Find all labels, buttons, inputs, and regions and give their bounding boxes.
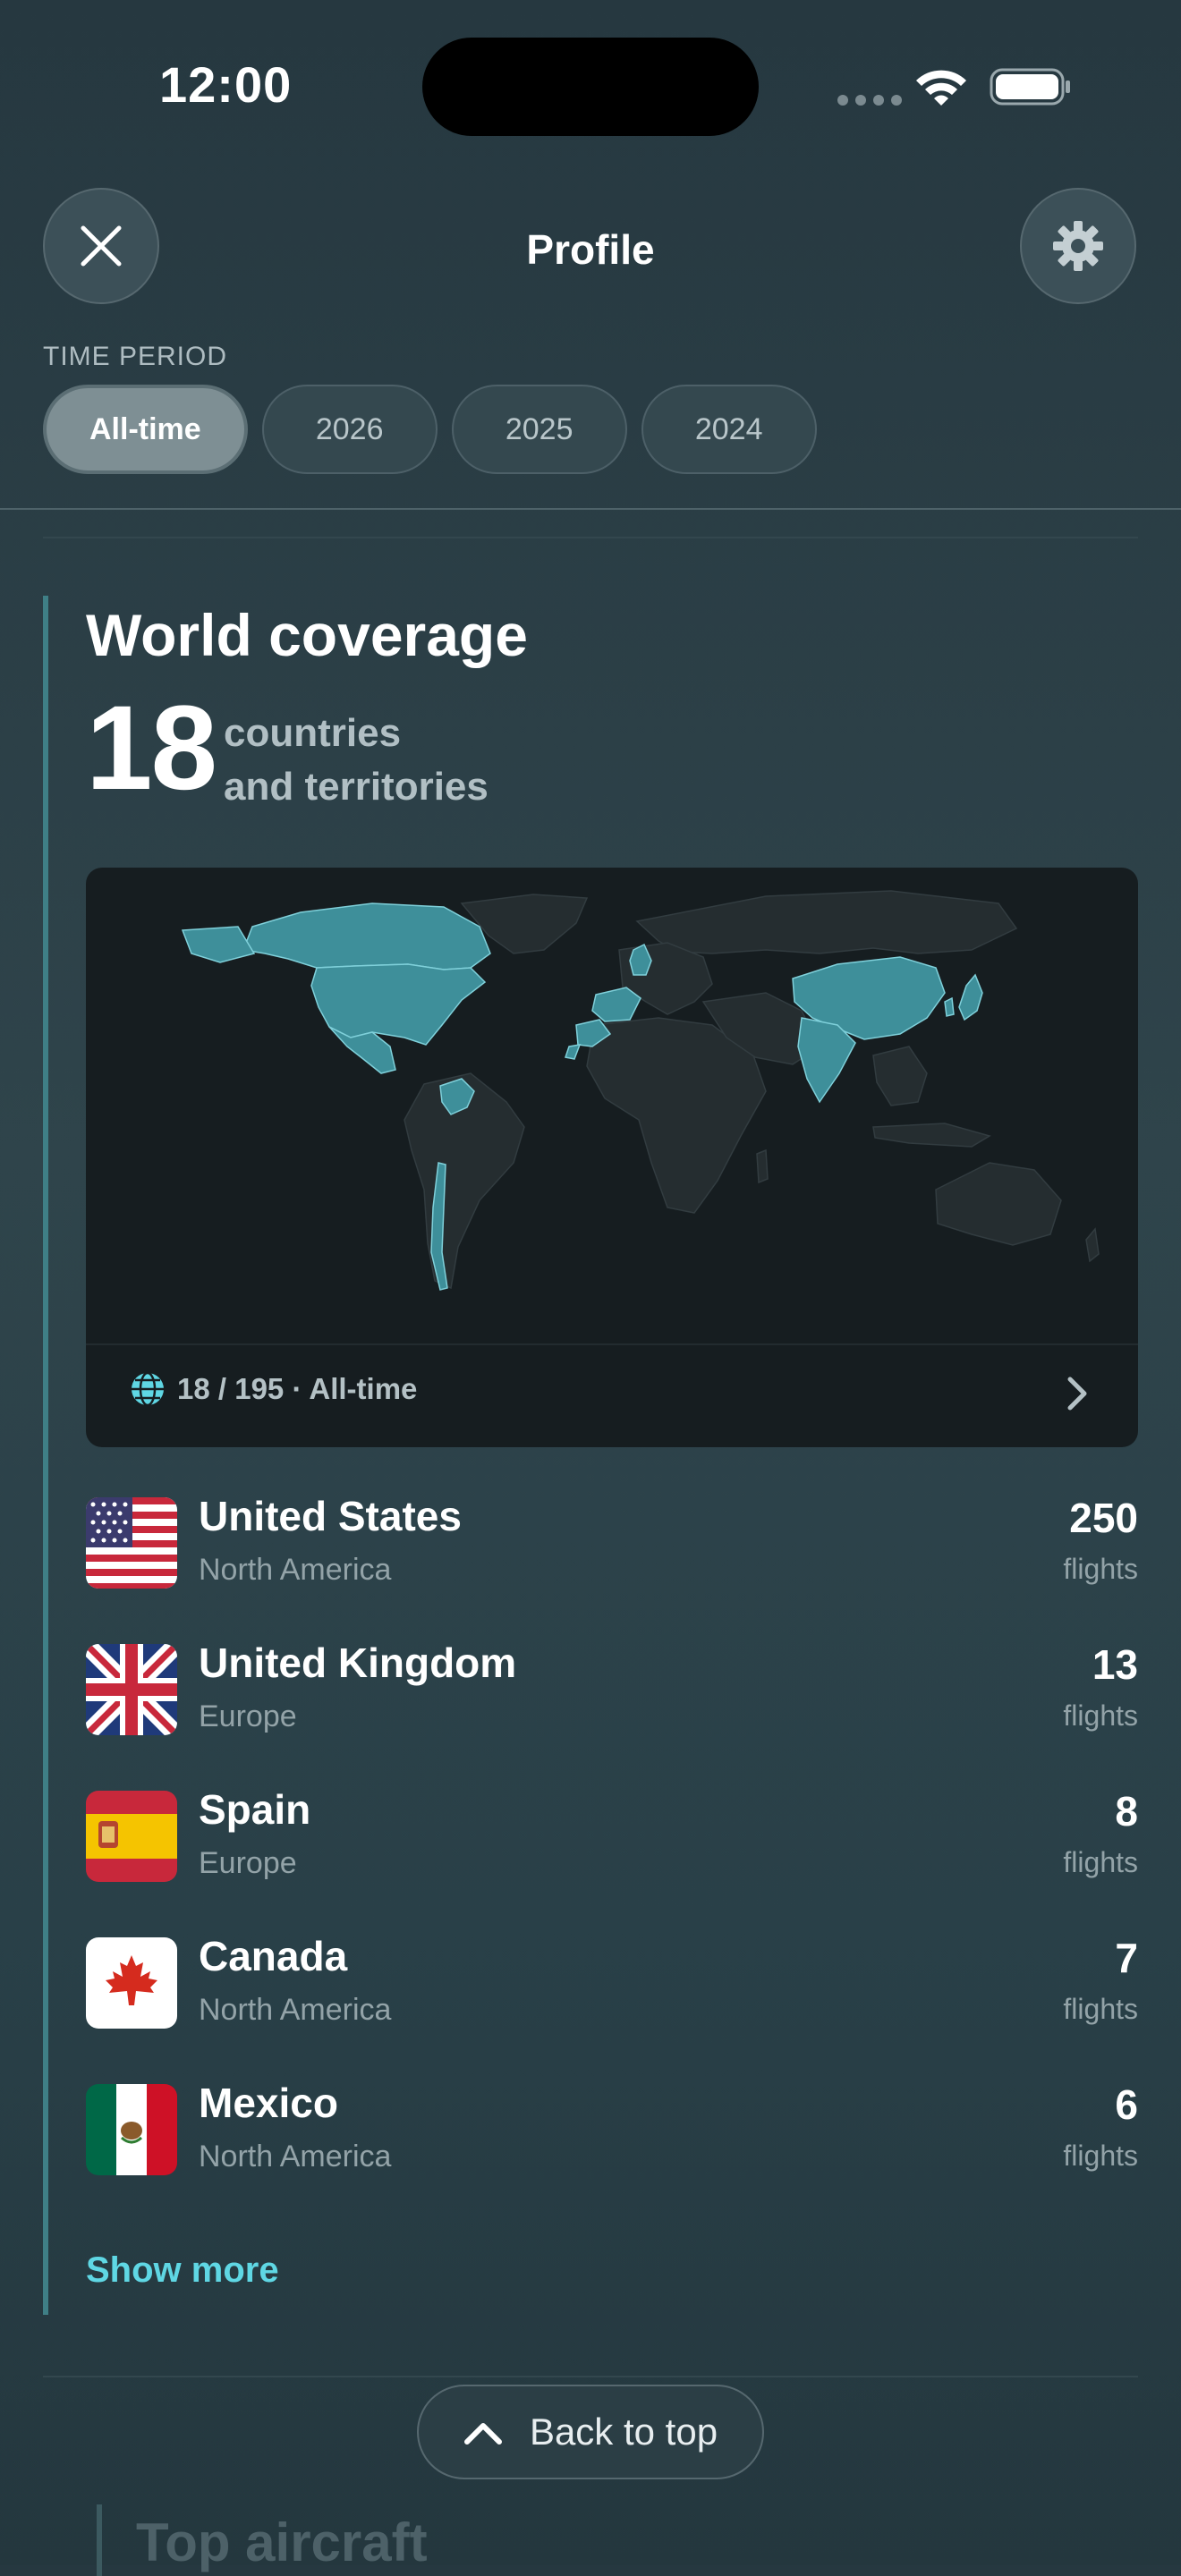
map-canada bbox=[242, 902, 491, 970]
flight-unit: flights bbox=[1063, 1993, 1138, 2025]
map-west-africa bbox=[565, 1044, 582, 1060]
flight-unit: flights bbox=[1063, 1846, 1138, 1878]
map-madagascar bbox=[756, 1148, 769, 1184]
page-title: Profile bbox=[526, 226, 655, 273]
battery-icon bbox=[990, 68, 1070, 106]
map-indonesia bbox=[872, 1123, 991, 1148]
country-name: Spain bbox=[199, 1786, 311, 1833]
status-time: 12:00 bbox=[159, 56, 293, 113]
map-russia bbox=[635, 890, 1018, 954]
flight-count: 6 bbox=[1115, 2081, 1138, 2128]
country-row-united-kingdom[interactable]: United Kingdom Europe 13 flights bbox=[86, 1640, 1138, 1742]
globe-icon bbox=[132, 1371, 164, 1407]
chip-2026[interactable]: 2026 bbox=[261, 385, 438, 474]
show-more-link[interactable]: Show more bbox=[86, 2250, 279, 2291]
flight-unit: flights bbox=[1063, 1553, 1138, 1585]
flight-unit: flights bbox=[1063, 2140, 1138, 2172]
map-footer-divider bbox=[86, 1343, 1138, 1345]
country-name: Canada bbox=[199, 1933, 348, 1979]
flight-count: 8 bbox=[1115, 1788, 1138, 1835]
map-korea bbox=[944, 996, 955, 1017]
flight-unit: flights bbox=[1063, 1699, 1138, 1732]
back-to-top-label: Back to top bbox=[529, 2411, 718, 2453]
country-row-spain[interactable]: Spain Europe 8 flights bbox=[86, 1786, 1138, 1889]
country-region: Europe bbox=[199, 1699, 297, 1733]
country-row-canada[interactable]: Canada North America 7 flights bbox=[86, 1933, 1138, 2036]
count-label-line2: and territories bbox=[224, 765, 489, 809]
country-region: Europe bbox=[199, 1846, 297, 1880]
cellular-signal-icon bbox=[837, 95, 902, 106]
country-count-label: countries and territories bbox=[224, 707, 489, 814]
flight-count: 13 bbox=[1092, 1641, 1138, 1688]
map-alaska bbox=[181, 926, 256, 963]
section-divider bbox=[43, 537, 1138, 538]
next-section-title: Top aircraft bbox=[136, 2512, 428, 2572]
country-count: 18 bbox=[86, 682, 217, 815]
next-card-accent-bar bbox=[97, 2504, 102, 2576]
dynamic-island bbox=[422, 38, 759, 136]
world-coverage-title: World coverage bbox=[86, 602, 528, 668]
country-row-mexico[interactable]: Mexico North America 6 flights bbox=[86, 2080, 1138, 2182]
map-footer: 18 / 195 · All-time bbox=[129, 1370, 417, 1408]
country-region: North America bbox=[199, 2140, 392, 2174]
canada-flag-icon bbox=[86, 1937, 177, 2029]
section-divider-bottom bbox=[43, 2376, 1138, 2377]
us-flag-icon bbox=[86, 1497, 177, 1589]
chip-all-time[interactable]: All-time bbox=[43, 385, 248, 474]
map-africa bbox=[586, 1017, 767, 1214]
map-japan bbox=[958, 973, 983, 1021]
country-name: United States bbox=[199, 1493, 462, 1539]
country-region: North America bbox=[199, 1553, 392, 1587]
time-period-label: TIME PERIOD bbox=[43, 342, 228, 371]
back-to-top-button[interactable]: Back to top bbox=[417, 2385, 764, 2479]
country-name: United Kingdom bbox=[199, 1640, 517, 1686]
uk-flag-icon bbox=[86, 1644, 177, 1735]
map-australia bbox=[935, 1162, 1062, 1246]
map-iberia bbox=[591, 987, 641, 1022]
gear-icon bbox=[1053, 221, 1103, 271]
header-divider bbox=[0, 508, 1181, 510]
country-name: Mexico bbox=[199, 2080, 338, 2126]
chip-2025[interactable]: 2025 bbox=[451, 385, 627, 474]
flight-count: 7 bbox=[1115, 1935, 1138, 1981]
chevron-right-icon bbox=[1067, 1377, 1087, 1411]
flight-count: 250 bbox=[1069, 1495, 1138, 1541]
world-map-card[interactable]: 18 / 195 · All-time bbox=[86, 868, 1138, 1447]
card-accent-bar bbox=[43, 596, 48, 2315]
country-row-united-states[interactable]: United States North America 250 flights bbox=[86, 1493, 1138, 1596]
wifi-icon bbox=[916, 70, 966, 106]
chevron-up-icon bbox=[463, 2423, 502, 2445]
count-label-line1: countries bbox=[224, 711, 402, 755]
mexico-flag-icon bbox=[86, 2084, 177, 2175]
spain-flag-icon bbox=[86, 1791, 177, 1882]
map-se-asia bbox=[872, 1046, 928, 1106]
time-period-selector: All-time 2026 2025 2024 bbox=[43, 385, 817, 474]
chip-2024[interactable]: 2024 bbox=[641, 385, 817, 474]
map-new-zealand bbox=[1085, 1227, 1100, 1263]
settings-button[interactable] bbox=[1020, 188, 1136, 304]
world-map bbox=[181, 890, 1100, 1291]
map-footer-text: 18 / 195 · All-time bbox=[177, 1372, 418, 1405]
country-region: North America bbox=[199, 1993, 392, 2027]
